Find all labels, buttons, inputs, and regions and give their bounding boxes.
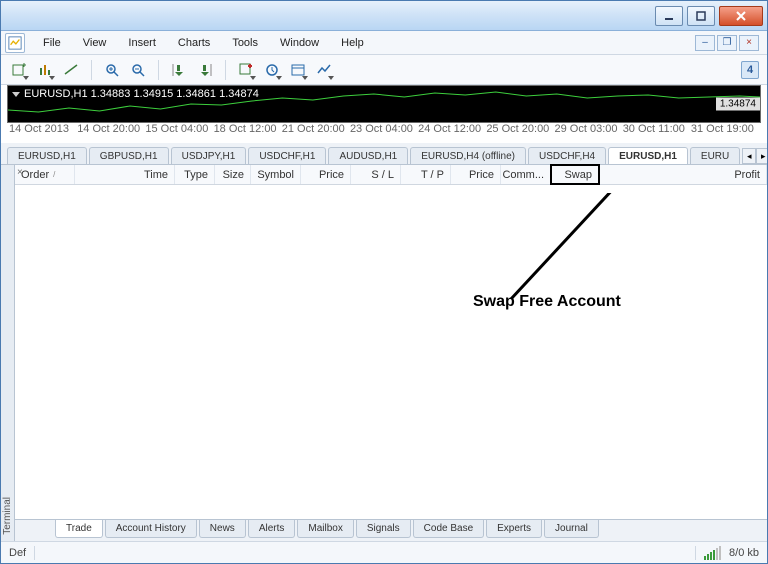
chart-shift-button[interactable] <box>193 58 217 82</box>
time-tick: 31 Oct 19:00 <box>691 123 759 135</box>
profiles-button[interactable] <box>33 58 57 82</box>
time-tick: 14 Oct 2013 <box>9 123 77 135</box>
column-price[interactable]: Price <box>451 165 501 184</box>
time-tick: 14 Oct 20:00 <box>77 123 145 135</box>
bottom-tab-signals[interactable]: Signals <box>356 520 411 538</box>
bottom-tabs: TradeAccount HistoryNewsAlertsMailboxSig… <box>15 519 767 541</box>
column-symbol[interactable]: Symbol <box>251 165 301 184</box>
bottom-tab-journal[interactable]: Journal <box>544 520 599 538</box>
legend-dropdown-icon[interactable] <box>12 92 20 97</box>
tabs-scroll-left[interactable]: ◂ <box>742 148 756 164</box>
grid-header: Order/TimeTypeSizeSymbolPriceS / LT / PP… <box>15 165 767 185</box>
column-comm-[interactable]: Comm... <box>501 165 551 184</box>
price-label: 1.34874 <box>716 98 760 111</box>
column-type[interactable]: Type <box>175 165 215 184</box>
menu-view[interactable]: View <box>73 34 117 52</box>
connection-icon <box>704 546 721 560</box>
traffic-text: 8/0 kb <box>729 547 759 559</box>
chart-tab[interactable]: USDCHF,H4 <box>528 147 606 164</box>
chart-tab[interactable]: EURUSD,H4 (offline) <box>410 147 526 164</box>
mdi-minimize-button[interactable]: – <box>695 35 715 51</box>
terminal-title: Terminal <box>2 491 13 541</box>
time-axis: 14 Oct 201314 Oct 20:0015 Oct 04:0018 Oc… <box>7 123 761 139</box>
bottom-tab-alerts[interactable]: Alerts <box>248 520 296 538</box>
line-tool-button[interactable] <box>59 58 83 82</box>
time-tick: 18 Oct 12:00 <box>214 123 282 135</box>
sort-indicator-icon: / <box>53 170 55 179</box>
time-tick: 30 Oct 11:00 <box>623 123 691 135</box>
mdi-restore-button[interactable]: ❐ <box>717 35 737 51</box>
minimize-button[interactable] <box>655 6 683 26</box>
bottom-tab-code-base[interactable]: Code Base <box>413 520 484 538</box>
chart-tab[interactable]: AUDUSD,H1 <box>328 147 408 164</box>
new-chart-button[interactable] <box>7 58 31 82</box>
indicators-button[interactable] <box>234 58 258 82</box>
time-tick: 24 Oct 12:00 <box>418 123 486 135</box>
column-profit[interactable]: Profit <box>599 165 767 184</box>
alerts-count-badge[interactable]: 4 <box>741 61 759 79</box>
close-button[interactable] <box>719 6 763 26</box>
bottom-tab-account-history[interactable]: Account History <box>105 520 197 538</box>
terminal-panel: × Order/TimeTypeSizeSymbolPriceS / LT / … <box>15 165 767 541</box>
column-price[interactable]: Price <box>301 165 351 184</box>
column-s-l[interactable]: S / L <box>351 165 401 184</box>
terminal-area: Terminal × Order/TimeTypeSizeSymbolPrice… <box>1 165 767 541</box>
menu-tools[interactable]: Tools <box>222 34 268 52</box>
menu-help[interactable]: Help <box>331 34 374 52</box>
bottom-tab-news[interactable]: News <box>199 520 246 538</box>
statusbar: Def 8/0 kb <box>1 541 767 563</box>
time-tick: 25 Oct 20:00 <box>486 123 554 135</box>
column-swap[interactable]: Swap <box>550 164 600 185</box>
bottom-tab-experts[interactable]: Experts <box>486 520 542 538</box>
zoom-out-button[interactable] <box>126 58 150 82</box>
toolbar: 4 <box>1 55 767 85</box>
bottom-tab-mailbox[interactable]: Mailbox <box>297 520 353 538</box>
chart-tab[interactable]: USDJPY,H1 <box>171 147 247 164</box>
titlebar <box>1 1 767 31</box>
grid-body[interactable]: Swap Free Account <box>15 185 767 519</box>
tabs-scroll-right[interactable]: ▸ <box>756 148 767 164</box>
templates-button[interactable] <box>286 58 310 82</box>
periodicity-button[interactable] <box>260 58 284 82</box>
menu-file[interactable]: File <box>33 34 71 52</box>
annotation-label: Swap Free Account <box>473 293 621 311</box>
chart-tab[interactable]: EURUSD,H1 <box>7 147 87 164</box>
time-tick: 23 Oct 04:00 <box>350 123 418 135</box>
column-size[interactable]: Size <box>215 165 251 184</box>
legend-text: EURUSD,H1 1.34883 1.34915 1.34861 1.3487… <box>24 88 259 100</box>
time-tick: 15 Oct 04:00 <box>145 123 213 135</box>
mdi-close-button[interactable]: × <box>739 35 759 51</box>
menu-window[interactable]: Window <box>270 34 329 52</box>
time-tick: 29 Oct 03:00 <box>555 123 623 135</box>
terminal-gutter: Terminal <box>1 165 15 541</box>
menubar: FileViewInsertChartsToolsWindowHelp – ❐ … <box>1 31 767 55</box>
column-order[interactable]: Order/ <box>15 165 75 184</box>
chart-legend: EURUSD,H1 1.34883 1.34915 1.34861 1.3487… <box>12 88 259 100</box>
chart-tab[interactable]: EURU <box>690 147 740 164</box>
column-time[interactable]: Time <box>75 165 175 184</box>
annotation: Swap Free Account <box>315 193 675 333</box>
column-t-p[interactable]: T / P <box>401 165 451 184</box>
chart-tab[interactable]: GBPUSD,H1 <box>89 147 169 164</box>
bottom-tab-trade[interactable]: Trade <box>55 520 103 538</box>
zoom-in-button[interactable] <box>100 58 124 82</box>
chart-tabs: EURUSD,H1GBPUSD,H1USDJPY,H1USDCHF,H1AUDU… <box>1 143 767 165</box>
chart-strip[interactable]: EURUSD,H1 1.34883 1.34915 1.34861 1.3487… <box>7 85 761 123</box>
maximize-button[interactable] <box>687 6 715 26</box>
menu-charts[interactable]: Charts <box>168 34 220 52</box>
time-tick: 21 Oct 20:00 <box>282 123 350 135</box>
auto-scroll-button[interactable] <box>167 58 191 82</box>
window-frame: FileViewInsertChartsToolsWindowHelp – ❐ … <box>0 0 768 564</box>
app-icon <box>5 33 25 53</box>
mdi-child-controls: – ❐ × <box>695 35 763 51</box>
status-text: Def <box>9 547 26 559</box>
chart-tab[interactable]: EURUSD,H1 <box>608 147 688 164</box>
menu-insert[interactable]: Insert <box>118 34 166 52</box>
chart-tab[interactable]: USDCHF,H1 <box>248 147 326 164</box>
chart-type-button[interactable] <box>312 58 336 82</box>
